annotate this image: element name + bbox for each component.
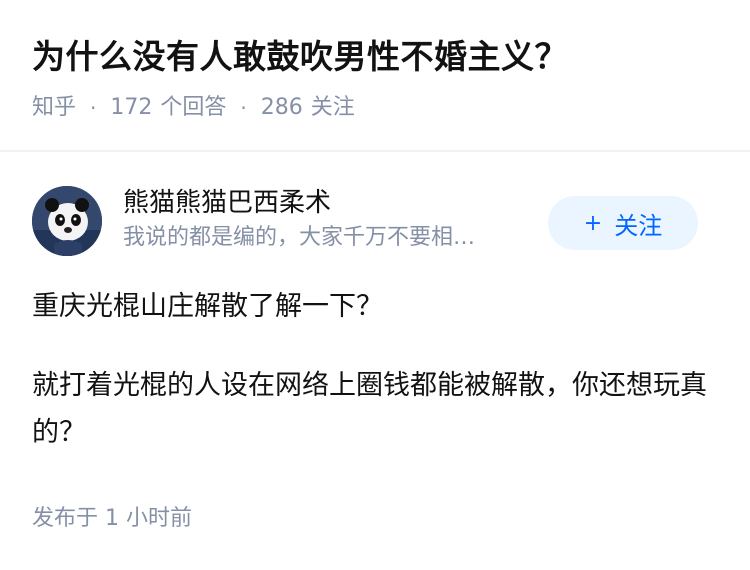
follower-count: 286 — [260, 95, 303, 120]
avatar[interactable] — [32, 186, 102, 256]
question-title[interactable]: 为什么没有人敢鼓吹男性不婚主义？ — [32, 30, 718, 84]
author-info: 熊猫熊猫巴西柔术 我说的都是编的，大家千万不要相… — [123, 184, 543, 254]
meta-separator: · — [240, 96, 247, 120]
plus-icon: + — [583, 210, 603, 236]
follow-author-button[interactable]: + 关注 — [548, 196, 698, 250]
source-label[interactable]: 知乎 — [32, 92, 76, 124]
answer-count-label[interactable]: 个回答 — [160, 92, 226, 124]
follower-count-label[interactable]: 关注 — [311, 92, 355, 124]
question-meta: 知乎 · 172 个回答 · 286 关注 — [32, 92, 718, 124]
answer-count: 172 — [110, 95, 153, 120]
answer-author: 熊猫熊猫巴西柔术 我说的都是编的，大家千万不要相… + 关注 — [32, 184, 698, 258]
answer-paragraph: 重庆光棍山庄解散了解一下？ — [32, 291, 383, 322]
meta-separator: · — [90, 96, 97, 120]
section-divider — [0, 150, 750, 152]
follow-button-label: 关注 — [614, 211, 663, 240]
author-bio: 我说的都是编的，大家千万不要相… — [123, 225, 476, 250]
answer-content: 重庆光棍山庄解散了解一下？ 就打着光棍的人设在网络上圈钱都能被解散，你还想玩真的… — [32, 283, 710, 488]
answer-paragraph: 就打着光棍的人设在网络上圈钱都能被解散，你还想玩真的？ — [32, 370, 707, 448]
publish-time: 发布于 1 小时前 — [32, 506, 192, 531]
question-header: 为什么没有人敢鼓吹男性不婚主义？ 知乎 · 172 个回答 · 286 关注 — [32, 30, 718, 124]
panda-avatar-icon — [32, 186, 102, 256]
author-name[interactable]: 熊猫熊猫巴西柔术 — [123, 184, 543, 222]
